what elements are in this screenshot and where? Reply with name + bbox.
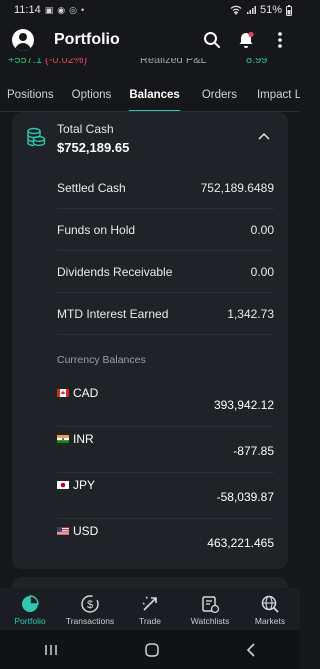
sync-icon: ◉ [57, 4, 66, 15]
bottom-nav: Portfolio $ Transactions Trade Watchlist… [0, 588, 300, 630]
notification-icon: ▣ [44, 4, 54, 15]
mtd-interest-row: MTD Interest Earned 1,342.73 [57, 294, 274, 335]
signal-icon [246, 6, 256, 14]
japan-flag-icon [57, 481, 69, 489]
currency-row-jpy: JPY -58,039.87 [57, 474, 274, 519]
row-value: 752,189.6489 [200, 181, 274, 195]
pnl-summary: +557.1 (-0.02%) Realized P&L 8.99 [0, 58, 300, 72]
back-icon[interactable] [246, 642, 256, 657]
bell-icon [239, 31, 254, 48]
status-time: 11:14 [14, 4, 41, 16]
funds-on-hold-row: Funds on Hold 0.00 [57, 210, 274, 251]
chevron-up-icon[interactable] [258, 132, 270, 140]
pie-chart-icon [22, 595, 39, 612]
tab-orders[interactable]: Orders [202, 78, 237, 111]
row-label: Dividends Receivable [57, 265, 173, 279]
row-label: Settled Cash [57, 181, 126, 195]
row-label: MTD Interest Earned [57, 307, 169, 321]
status-bar: 11:14 ▣ ◉ ◎ • 51% [0, 0, 300, 20]
total-cash-card: Total Cash $752,189.65 Settled Cash 752,… [12, 112, 288, 569]
currency-amount: 393,942.12 [213, 398, 274, 412]
total-cash-header[interactable]: Total Cash $752,189.65 [12, 112, 288, 164]
total-cash-value: $752,189.65 [57, 140, 130, 155]
wifi-icon [230, 5, 242, 15]
unrealized-pnl: +557.1 (-0.02%) [8, 58, 88, 66]
nav-transactions[interactable]: $ Transactions [60, 594, 120, 626]
dot-icon: • [80, 5, 85, 15]
profile-avatar-icon[interactable] [12, 29, 34, 51]
row-label: Funds on Hold [57, 223, 136, 237]
dividends-receivable-row: Dividends Receivable 0.00 [57, 252, 274, 293]
total-cash-label: Total Cash [57, 122, 114, 136]
currency-amount: 463,221.465 [207, 536, 274, 550]
row-value: 0.00 [250, 265, 274, 279]
nav-label: Trade [139, 616, 161, 626]
portfolio-tabs: Positions Options Balances Orders Impact… [0, 78, 300, 112]
currency-amount: -877.85 [233, 444, 274, 458]
trade-arrows-icon [142, 596, 157, 611]
cash-stack-icon [27, 127, 46, 147]
watchlist-icon [202, 596, 220, 614]
search-icon [204, 32, 220, 48]
settled-cash-row: Settled Cash 752,189.6489 [57, 168, 274, 209]
currency-balances-heading: Currency Balances [57, 354, 146, 366]
currency-code: USD [73, 524, 99, 538]
globe-search-icon [261, 595, 279, 613]
canada-flag-icon [57, 389, 69, 397]
nav-watchlists[interactable]: Watchlists [180, 594, 240, 626]
system-nav-bar [0, 630, 300, 669]
search-button[interactable] [202, 30, 222, 50]
notifications-button[interactable] [236, 30, 256, 50]
currency-code: CAD [73, 386, 99, 400]
battery-percent: 51% [259, 4, 282, 16]
app-header: Portfolio [0, 20, 300, 60]
tab-impact[interactable]: Impact Len [257, 78, 300, 111]
dollar-circle-icon: $ [81, 595, 99, 613]
realized-pnl-label: Realized P&L [140, 58, 207, 66]
currency-code: JPY [73, 478, 96, 492]
nav-label: Transactions [65, 616, 115, 626]
svg-text:$: $ [87, 599, 93, 611]
more-options-button[interactable] [270, 30, 290, 50]
india-flag-icon [57, 435, 69, 443]
realized-pnl-value: 8.99 [246, 58, 268, 66]
battery-icon [286, 4, 292, 16]
recent-apps-icon[interactable] [44, 644, 58, 656]
nav-portfolio[interactable]: Portfolio [0, 594, 60, 626]
nav-label: Portfolio [14, 616, 46, 626]
tab-options[interactable]: Options [72, 78, 112, 111]
currency-row-inr: INR -877.85 [57, 428, 274, 473]
location-icon: ◎ [69, 4, 77, 15]
more-vertical-icon [278, 32, 282, 48]
nav-label: Markets [254, 616, 286, 626]
row-value: 0.00 [250, 223, 274, 237]
currency-row-usd: USD 463,221.465 [57, 520, 274, 565]
usa-flag-icon [57, 527, 69, 535]
nav-label: Watchlists [190, 616, 230, 626]
currency-amount: -58,039.87 [216, 490, 274, 504]
page-title: Portfolio [54, 31, 120, 48]
nav-trade[interactable]: Trade [120, 594, 180, 626]
home-icon[interactable] [145, 642, 159, 657]
nav-markets[interactable]: Markets [240, 594, 300, 626]
currency-code: INR [73, 432, 94, 446]
row-value: 1,342.73 [227, 307, 274, 321]
currency-row-cad: CAD 393,942.12 [57, 382, 274, 427]
tab-positions[interactable]: Positions [7, 78, 54, 111]
tab-balances[interactable]: Balances [129, 78, 180, 111]
